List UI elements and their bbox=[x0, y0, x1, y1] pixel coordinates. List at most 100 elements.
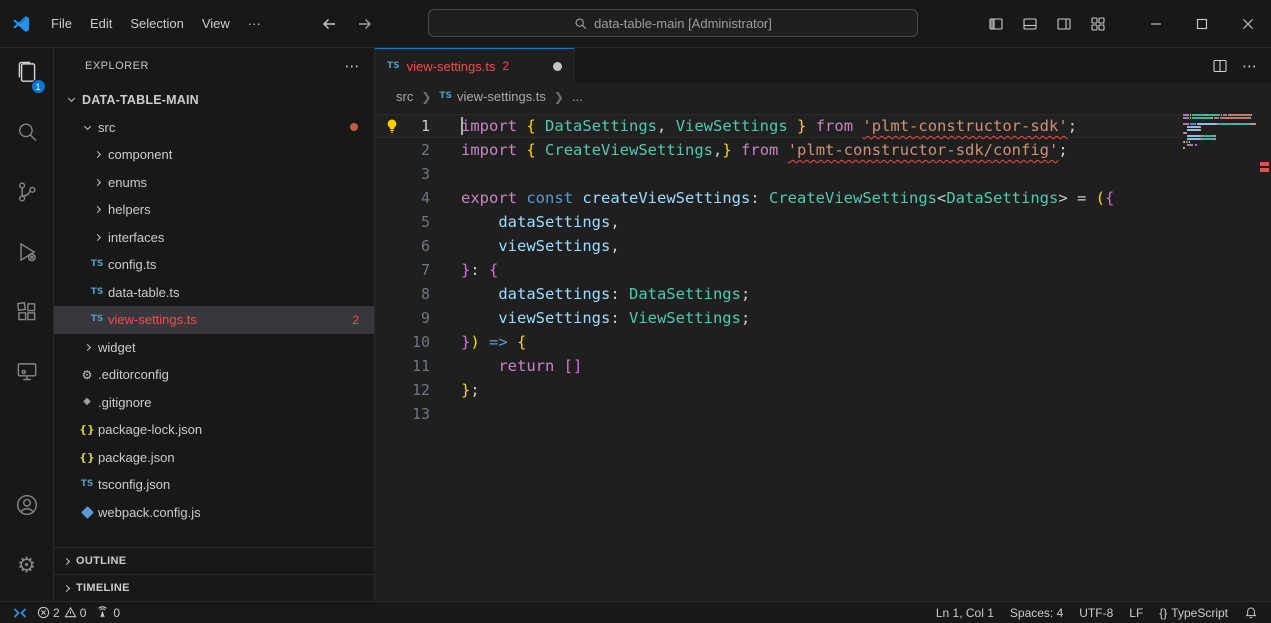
code-editor[interactable]: 1import { DataSettings, ViewSettings } f… bbox=[375, 110, 1183, 601]
line-number[interactable]: 5 bbox=[375, 210, 430, 234]
toggle-primary-sidebar-icon[interactable] bbox=[979, 9, 1013, 39]
code-token[interactable]: from bbox=[816, 117, 853, 135]
code-token[interactable]: 'plmt-constructor-sdk/config' bbox=[788, 141, 1059, 159]
code-token[interactable] bbox=[461, 213, 498, 231]
code-token[interactable]: : bbox=[750, 189, 769, 207]
code-token[interactable] bbox=[536, 117, 545, 135]
code-token[interactable]: } bbox=[461, 261, 470, 279]
code-token[interactable]: } bbox=[461, 333, 470, 351]
code-token[interactable]: { bbox=[517, 333, 526, 351]
explorer-item-helpers[interactable]: helpers bbox=[54, 196, 374, 224]
line-number[interactable]: 10 bbox=[375, 330, 430, 354]
menu-selection[interactable]: Selection bbox=[121, 12, 192, 35]
navigate-forward-icon[interactable] bbox=[354, 13, 376, 35]
explorer-item-enums[interactable]: enums bbox=[54, 169, 374, 197]
code-token[interactable]: import bbox=[461, 117, 517, 135]
menu-edit[interactable]: Edit bbox=[81, 12, 121, 35]
code-token[interactable]: : bbox=[470, 261, 489, 279]
overview-ruler[interactable] bbox=[1257, 110, 1271, 601]
code-token[interactable] bbox=[806, 117, 815, 135]
menu-file[interactable]: File bbox=[42, 12, 81, 35]
explorer-item-view-settings.ts[interactable]: TSview-settings.ts2 bbox=[54, 306, 374, 334]
code-token[interactable]: { bbox=[526, 117, 535, 135]
code-token[interactable]: import bbox=[461, 141, 517, 159]
code-token[interactable]: ( bbox=[1096, 189, 1105, 207]
explorer-item-component[interactable]: component bbox=[54, 141, 374, 169]
code-line-6[interactable]: 6 viewSettings, bbox=[375, 234, 1183, 258]
code-token[interactable]: ; bbox=[1058, 141, 1067, 159]
code-token[interactable]: > = bbox=[1058, 189, 1095, 207]
encoding-status[interactable]: UTF-8 bbox=[1074, 602, 1118, 623]
code-token[interactable]: ; bbox=[1068, 117, 1077, 135]
menu-overflow[interactable]: ··· bbox=[239, 12, 270, 35]
explorer-item-interfaces[interactable]: interfaces bbox=[54, 224, 374, 252]
explorer-item-.gitignore[interactable]: ◆.gitignore bbox=[54, 389, 374, 417]
code-line-8[interactable]: 8 dataSettings: DataSettings; bbox=[375, 282, 1183, 306]
code-token[interactable] bbox=[480, 333, 489, 351]
code-token[interactable]: , bbox=[610, 237, 619, 255]
code-token[interactable]: return bbox=[498, 357, 554, 375]
navigate-back-icon[interactable] bbox=[318, 13, 340, 35]
explorer-item-data-table.ts[interactable]: TSdata-table.ts bbox=[54, 279, 374, 307]
code-token[interactable] bbox=[788, 117, 797, 135]
code-token[interactable] bbox=[732, 141, 741, 159]
explorer-item-src[interactable]: src bbox=[54, 114, 374, 142]
menu-view[interactable]: View bbox=[193, 12, 239, 35]
quick-fix-lightbulb-icon[interactable] bbox=[384, 118, 400, 134]
notifications-bell-icon[interactable] bbox=[1239, 602, 1263, 623]
line-number[interactable]: 11 bbox=[375, 354, 430, 378]
code-token[interactable]: } bbox=[461, 381, 470, 399]
maximize-button[interactable] bbox=[1179, 0, 1225, 47]
code-token[interactable]: const bbox=[526, 189, 573, 207]
breadcrumb-folder[interactable]: src bbox=[396, 89, 413, 104]
code-line-9[interactable]: 9 viewSettings: ViewSettings; bbox=[375, 306, 1183, 330]
explorer-view-icon[interactable]: 1 bbox=[0, 48, 54, 96]
code-token[interactable]: ViewSettings bbox=[629, 309, 741, 327]
code-token[interactable]: DataSettings bbox=[946, 189, 1058, 207]
code-line-10[interactable]: 10}) => { bbox=[375, 330, 1183, 354]
code-token[interactable]: , bbox=[657, 117, 676, 135]
code-line-3[interactable]: 3 bbox=[375, 162, 1183, 186]
code-token[interactable] bbox=[536, 141, 545, 159]
source-control-view-icon[interactable] bbox=[0, 168, 54, 216]
line-number[interactable]: 3 bbox=[375, 162, 430, 186]
breadcrumb-symbol[interactable]: ... bbox=[572, 89, 583, 104]
code-token[interactable]: ) bbox=[470, 333, 479, 351]
code-token[interactable]: : bbox=[610, 309, 629, 327]
code-line-5[interactable]: 5 dataSettings, bbox=[375, 210, 1183, 234]
code-token[interactable]: [ bbox=[564, 357, 573, 375]
code-token[interactable]: dataSettings bbox=[498, 213, 610, 231]
minimap[interactable] bbox=[1183, 114, 1257, 153]
code-token[interactable]: ] bbox=[573, 357, 582, 375]
code-token[interactable]: , bbox=[610, 213, 619, 231]
code-token[interactable]: from bbox=[741, 141, 778, 159]
code-token[interactable]: ; bbox=[741, 309, 750, 327]
cursor-position-status[interactable]: Ln 1, Col 1 bbox=[931, 602, 999, 623]
code-token[interactable] bbox=[778, 141, 787, 159]
code-line-1[interactable]: 1import { DataSettings, ViewSettings } f… bbox=[375, 114, 1183, 138]
split-editor-icon[interactable] bbox=[1212, 58, 1228, 74]
explorer-item-config.ts[interactable]: TSconfig.ts bbox=[54, 251, 374, 279]
explorer-item-package-lock.json[interactable]: {}package-lock.json bbox=[54, 416, 374, 444]
code-token[interactable] bbox=[517, 117, 526, 135]
dirty-indicator-icon[interactable] bbox=[553, 62, 562, 71]
code-token[interactable]: createViewSettings bbox=[582, 189, 750, 207]
code-token[interactable]: viewSettings bbox=[498, 237, 610, 255]
line-number[interactable]: 12 bbox=[375, 378, 430, 402]
code-line-11[interactable]: 11 return [] bbox=[375, 354, 1183, 378]
problems-status[interactable]: 2 0 bbox=[32, 602, 91, 623]
search-view-icon[interactable] bbox=[0, 108, 54, 156]
code-token[interactable] bbox=[508, 333, 517, 351]
code-token[interactable]: } bbox=[722, 141, 731, 159]
code-token[interactable] bbox=[554, 357, 563, 375]
outline-section[interactable]: OUTLINE bbox=[54, 547, 374, 574]
code-token[interactable] bbox=[853, 117, 862, 135]
code-token[interactable]: } bbox=[797, 117, 806, 135]
code-token[interactable]: { bbox=[1105, 189, 1114, 207]
line-number[interactable]: 6 bbox=[375, 234, 430, 258]
code-token[interactable]: { bbox=[489, 261, 498, 279]
code-token[interactable] bbox=[461, 237, 498, 255]
explorer-item-package.json[interactable]: {}package.json bbox=[54, 444, 374, 472]
code-token[interactable]: { bbox=[526, 141, 535, 159]
editor-more-actions-icon[interactable]: ⋯ bbox=[1242, 57, 1257, 75]
